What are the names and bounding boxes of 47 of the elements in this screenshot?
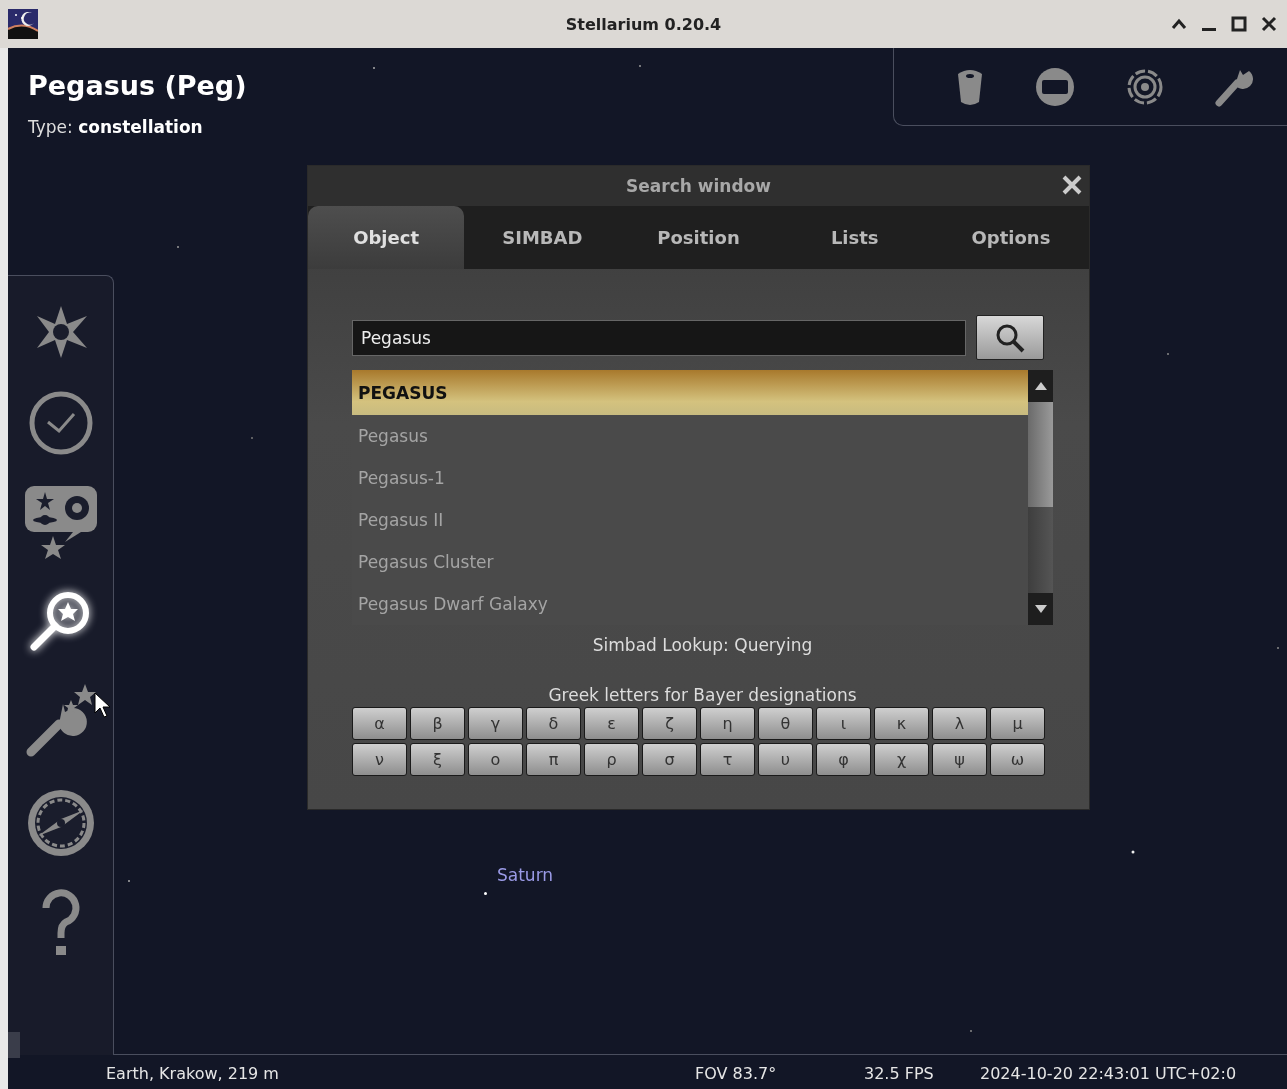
greek-letter-button[interactable]: ρ — [584, 743, 639, 776]
search-field[interactable]: Pegasus — [352, 319, 966, 356]
greek-letter-button[interactable]: σ — [642, 743, 697, 776]
greek-letter-button[interactable]: ι — [816, 707, 871, 740]
fov-text: FOV 83.7° — [695, 1063, 778, 1083]
greek-letter-button[interactable]: λ — [932, 707, 987, 740]
greek-letter-button[interactable]: δ — [526, 707, 581, 740]
tab[interactable]: Lists — [776, 206, 933, 269]
greek-letter-button[interactable]: ω — [990, 743, 1045, 776]
fps-text: 32.5 FPS — [864, 1063, 935, 1083]
object-name: Pegasus (Peg) — [28, 70, 247, 101]
lookup-status: Simbad Lookup: Querying — [592, 635, 813, 655]
greek-letter-button[interactable]: ε — [584, 707, 639, 740]
location-text: Earth, Krakow, 219 m — [106, 1063, 280, 1083]
planet-label: Saturn — [497, 865, 554, 885]
result-item[interactable]: Pegasus II — [352, 499, 1028, 541]
tab[interactable]: SIMBAD — [464, 206, 621, 269]
tab[interactable]: Object — [308, 206, 465, 269]
datetime-text: 2024-10-20 22:43:01 UTC+02:0 — [980, 1063, 1237, 1083]
result-item[interactable]: Pegasus Cluster — [352, 541, 1028, 583]
greek-letter-button[interactable]: θ — [758, 707, 813, 740]
result-item[interactable]: PEGASUS — [352, 370, 1028, 415]
greek-letter-button[interactable]: ο — [468, 743, 523, 776]
greek-letter-button[interactable]: τ — [700, 743, 755, 776]
result-item[interactable]: Pegasus — [352, 415, 1028, 457]
greek-letter-button[interactable]: β — [410, 707, 465, 740]
object-type: Type: constellation — [28, 117, 204, 137]
greek-letter-button[interactable]: κ — [874, 707, 929, 740]
greek-letter-button[interactable]: η — [700, 707, 755, 740]
greek-letter-button[interactable]: ν — [352, 743, 407, 776]
tab[interactable]: Options — [932, 206, 1089, 269]
tab[interactable]: Position — [620, 206, 777, 269]
greek-letter-button[interactable]: μ — [990, 707, 1045, 740]
greek-letter-button[interactable]: υ — [758, 743, 813, 776]
result-item[interactable]: Pegasus Dwarf Galaxy — [352, 583, 1028, 625]
dialog-title: Search window — [626, 176, 771, 196]
greek-letter-button[interactable]: α — [352, 707, 407, 740]
greek-letter-button[interactable]: ζ — [642, 707, 697, 740]
greek-letter-button[interactable]: χ — [874, 743, 929, 776]
greek-letter-button[interactable]: φ — [816, 743, 871, 776]
greek-letter-button[interactable]: π — [526, 743, 581, 776]
greek-letter-button[interactable]: γ — [468, 707, 523, 740]
greek-letter-button[interactable]: ψ — [932, 743, 987, 776]
greek-letter-button[interactable]: ξ — [410, 743, 465, 776]
greek-label: Greek letters for Bayer designations — [548, 685, 857, 705]
window-title: Stellarium 0.20.4 — [565, 14, 722, 34]
result-item[interactable]: Pegasus-1 — [352, 457, 1028, 499]
